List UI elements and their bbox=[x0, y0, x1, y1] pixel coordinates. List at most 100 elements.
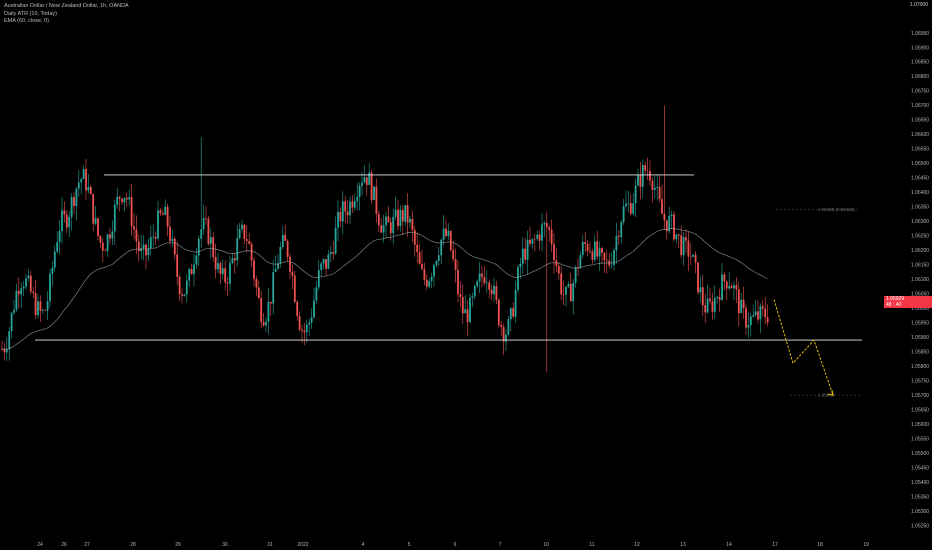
candle-body bbox=[274, 268, 277, 273]
candle-body bbox=[514, 289, 517, 317]
candle-body bbox=[466, 309, 469, 323]
candle-body bbox=[447, 230, 450, 237]
candle-body bbox=[740, 299, 743, 314]
price-tick-label: 1.06500 bbox=[911, 161, 929, 167]
candle-body bbox=[356, 196, 359, 202]
candle-body bbox=[490, 289, 493, 295]
candle-body bbox=[325, 259, 327, 269]
candle-body bbox=[476, 281, 479, 287]
candle-body bbox=[675, 234, 678, 240]
candle-body bbox=[533, 238, 536, 240]
candle-body bbox=[529, 239, 531, 244]
candle-body bbox=[425, 279, 428, 287]
candle-body bbox=[745, 308, 747, 328]
candle-body bbox=[236, 238, 239, 261]
candle-body bbox=[233, 258, 236, 261]
candle-body bbox=[435, 260, 438, 266]
candle-body bbox=[166, 206, 169, 227]
time-tick-label: 12 bbox=[634, 542, 640, 548]
ema-indicator-label[interactable]: EMA (60, close, 0) bbox=[4, 18, 129, 26]
candle-body bbox=[351, 201, 354, 208]
candle-body bbox=[291, 272, 294, 276]
candle-body bbox=[308, 322, 311, 325]
candle-body bbox=[339, 211, 342, 222]
price-tick-label: 1.05850 bbox=[911, 349, 929, 355]
candle-body bbox=[430, 276, 433, 281]
candle-body bbox=[200, 229, 203, 239]
candle-body bbox=[680, 235, 683, 256]
candle-body bbox=[557, 265, 560, 274]
price-tick-label: 1.06400 bbox=[911, 190, 929, 196]
candle-body bbox=[495, 285, 498, 300]
candle-body bbox=[238, 229, 241, 239]
candle-body bbox=[176, 254, 179, 277]
price-tick-label: 1.05700 bbox=[911, 393, 929, 399]
candle-body bbox=[305, 324, 308, 333]
candle-body bbox=[130, 197, 133, 227]
candle-body bbox=[337, 211, 339, 228]
price-tick-label: 1.05900 bbox=[911, 335, 929, 341]
atr-indicator-label[interactable]: Daily ATR (10, Today) bbox=[4, 11, 129, 19]
time-tick-label: 2022 bbox=[297, 542, 308, 548]
time-tick-label: 11 bbox=[589, 542, 594, 548]
candle-body bbox=[644, 165, 647, 171]
time-tick-label: 6 bbox=[454, 542, 457, 548]
candle-body bbox=[385, 216, 387, 226]
candle-body bbox=[742, 299, 745, 309]
candle-body bbox=[231, 258, 234, 264]
candle-body bbox=[353, 201, 356, 208]
candle-body bbox=[617, 235, 620, 238]
candle-body bbox=[656, 186, 659, 188]
candle-body bbox=[149, 237, 152, 249]
candle-body bbox=[584, 242, 587, 244]
price-tick-label: 1.06450 bbox=[911, 176, 929, 182]
time-tick-label: 19 bbox=[863, 542, 869, 548]
candle-body bbox=[428, 280, 431, 287]
candle-body bbox=[423, 268, 426, 280]
candle-body bbox=[478, 273, 481, 282]
candle-body bbox=[639, 175, 642, 187]
candle-body bbox=[190, 269, 193, 275]
candle-body bbox=[548, 227, 551, 230]
candle-body bbox=[632, 203, 635, 214]
candle-body bbox=[581, 242, 584, 255]
candle-body bbox=[32, 291, 35, 293]
candle-body bbox=[629, 203, 632, 214]
price-tick-label: 1.06900 bbox=[911, 45, 929, 51]
candle-body bbox=[363, 177, 366, 183]
candle-body bbox=[651, 180, 654, 190]
candle-body bbox=[298, 316, 301, 330]
candle-body bbox=[123, 197, 126, 203]
price-tick-label: 1.06800 bbox=[911, 74, 929, 80]
candle-body bbox=[562, 294, 565, 296]
symbol-title[interactable]: Australian Dollar / New Zealand Dollar, … bbox=[4, 3, 129, 11]
candle-body bbox=[459, 294, 462, 297]
price-chart[interactable]: 1.06333 (0.00433)1.05694 1.052501.053001… bbox=[0, 0, 932, 550]
top-price-label: 1.07000 bbox=[909, 2, 928, 8]
candle-body bbox=[697, 262, 699, 293]
candle-body bbox=[286, 240, 289, 257]
candle-body bbox=[89, 186, 92, 194]
candle-body bbox=[399, 210, 402, 227]
candle-body bbox=[473, 286, 476, 297]
candle-body bbox=[229, 263, 231, 284]
candle-body bbox=[692, 254, 695, 257]
candle-body bbox=[341, 201, 344, 222]
candle-body bbox=[178, 276, 181, 295]
time-tick-label: 4 bbox=[362, 542, 365, 548]
candle-body bbox=[457, 269, 459, 295]
candle-body bbox=[265, 321, 267, 326]
candle-body bbox=[521, 248, 524, 264]
candle-body bbox=[87, 186, 90, 191]
candle-body bbox=[728, 286, 731, 289]
candle-body bbox=[663, 213, 666, 221]
candles-layer bbox=[1, 105, 769, 372]
candle-body bbox=[471, 296, 474, 298]
candle-body bbox=[267, 301, 270, 322]
candle-body bbox=[485, 282, 488, 284]
candle-body bbox=[723, 274, 726, 282]
candle-body bbox=[670, 214, 673, 216]
price-tick-label: 1.05250 bbox=[911, 523, 929, 529]
candle-body bbox=[161, 213, 164, 215]
candle-body bbox=[185, 280, 188, 295]
